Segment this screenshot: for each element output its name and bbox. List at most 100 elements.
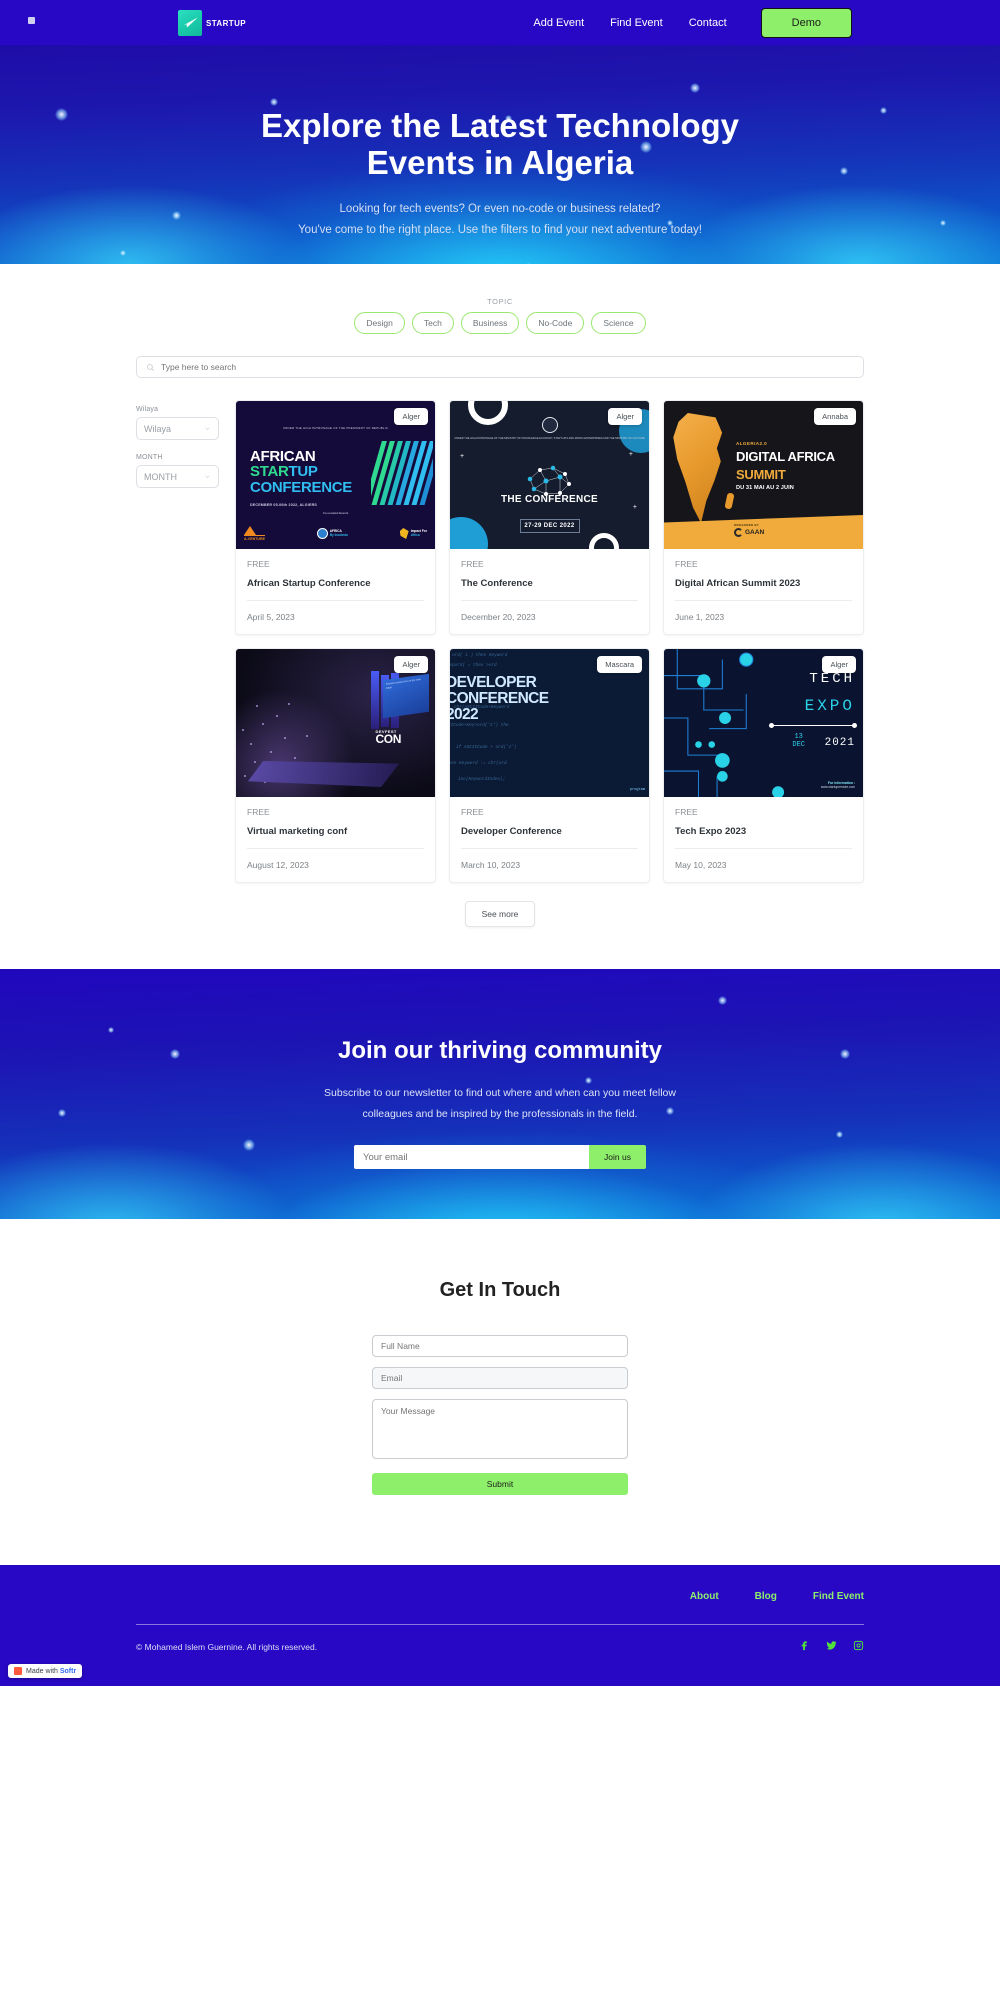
event-date: May 10, 2023 (675, 860, 727, 870)
decorative-dot (836, 1131, 843, 1138)
footer-nav: About Blog Find Event (136, 1591, 864, 1602)
event-poster: Keynote session live on the main stage D… (236, 649, 435, 797)
decorative-dot (58, 1109, 66, 1117)
sponsor-name-line2: Africa (410, 532, 420, 537)
event-price: FREE (461, 807, 484, 817)
chip-science[interactable]: Science (591, 312, 646, 334)
event-card-body: FREE Digital African Summit 2023 June 1,… (664, 549, 863, 634)
event-poster: ord( i ) then Keyword inspord( = thex >o… (450, 649, 649, 797)
poster-title-line2: CONFERENCE (450, 689, 549, 707)
poster-month: DEC (792, 741, 805, 749)
event-card[interactable]: TECH EXPO 13 DEC 2021 For information : … (663, 648, 864, 883)
event-card-body: FREE Virtual marketing conf August 12, 2… (236, 797, 435, 882)
chip-design[interactable]: Design (354, 312, 405, 334)
email-field[interactable] (372, 1367, 628, 1389)
decorative-dot (108, 1027, 114, 1033)
month-select[interactable]: MONTH (136, 465, 219, 488)
seal-icon (541, 417, 558, 433)
facebook-icon[interactable] (799, 1638, 810, 1656)
badge-brand: Softr (59, 1667, 77, 1675)
nav-item-contact[interactable]: Contact (689, 17, 727, 29)
event-card[interactable]: UNDER THE HIGH PATRONAGE OF THE MINISTRY… (449, 400, 650, 635)
sponsor-a-venture: A-VENTURE (244, 526, 265, 541)
decorative-circle (589, 533, 619, 549)
event-card[interactable]: Keynote session live on the main stage D… (235, 648, 436, 883)
full-name-field[interactable] (372, 1335, 628, 1357)
search-box[interactable] (136, 356, 864, 378)
poster-title: AFRICAN STARTUP CONFERENCE (250, 449, 352, 495)
footer-link-about[interactable]: About (690, 1591, 719, 1602)
chip-business[interactable]: Business (460, 312, 520, 334)
nav-item-add-event[interactable]: Add Event (533, 17, 584, 29)
poster-patronage: UNDER THE HIGH PATRONAGE OF THE PRESIDEN… (282, 426, 389, 430)
made-with-softr-badge[interactable]: Made with Softr (8, 1664, 83, 1678)
join-us-button[interactable]: Join us (589, 1145, 646, 1169)
event-card[interactable]: ord( i ) then Keyword inspord( = thex >o… (449, 648, 650, 883)
logo-text: STARTUP (206, 18, 246, 28)
poster-date: 13 DEC (792, 733, 805, 749)
city-badge: Alger (822, 656, 856, 673)
submit-button[interactable]: Submit (372, 1473, 628, 1495)
search-icon (147, 363, 155, 371)
twitter-icon[interactable] (826, 1638, 837, 1656)
chip-no-code[interactable]: No-Code (526, 312, 585, 334)
poster-year: 2021 (824, 737, 855, 749)
event-date: December 20, 2023 (461, 612, 536, 622)
event-title: The Conference (461, 578, 533, 589)
message-field[interactable] (372, 1399, 628, 1459)
event-title: Developer Conference (461, 826, 562, 837)
community-subtitle-line1: Subscribe to our newsletter to find out … (324, 1087, 676, 1099)
event-title: African Startup Conference (247, 578, 371, 589)
newsletter-email-input[interactable] (354, 1145, 589, 1169)
softr-badge-text: Made with Softr (26, 1668, 76, 1675)
see-more-row: See more (136, 901, 864, 927)
event-card[interactable]: ALGERIA2.0 DIGITAL AFRICA SUMMIT DU 31 M… (663, 400, 864, 635)
chip-tech[interactable]: Tech (411, 312, 454, 334)
poster-title-line2: EXPO (804, 697, 855, 715)
sponsor-name-line2: By Incubsto (329, 532, 348, 537)
event-poster: ALGERIA2.0 DIGITAL AFRICA SUMMIT DU 31 M… (664, 401, 863, 549)
event-card-body: FREE Developer Conference March 10, 2023 (450, 797, 649, 882)
wilaya-select[interactable]: Wilaya (136, 417, 219, 440)
event-poster: UNDER THE HIGH PATRONAGE OF THE PRESIDEN… (236, 401, 435, 549)
hero-title-line2: Events in Algeria (366, 143, 634, 181)
divider (461, 600, 638, 601)
badge-prefix: Made with (26, 1667, 60, 1675)
event-poster: UNDER THE HIGH PATRONAGE OF THE MINISTRY… (450, 401, 649, 549)
nav-item-find-event[interactable]: Find Event (610, 17, 663, 29)
instagram-icon[interactable] (853, 1638, 864, 1656)
decorative-dot (690, 83, 700, 93)
logo[interactable]: STARTUP (28, 9, 246, 36)
city-badge: Alger (394, 656, 428, 673)
poster-title-line2: STARTUP (250, 464, 352, 479)
community-subtitle-line2: colleagues and be inspired by the profes… (362, 1108, 638, 1120)
community-title: Join our thriving community (337, 1037, 662, 1064)
topic-chips: Design Tech Business No-Code Science (0, 312, 1000, 334)
plus-icon: + (628, 451, 633, 458)
sponsor-africa: AFRICA By Incubsto (316, 528, 348, 539)
softr-logo-icon (14, 1667, 22, 1675)
c-mark-icon (734, 528, 743, 537)
event-card-body: FREE The Conference December 20, 2023 (450, 549, 649, 634)
event-card[interactable]: UNDER THE HIGH PATRONAGE OF THE PRESIDEN… (235, 400, 436, 635)
newsletter-form: Join us (354, 1145, 646, 1169)
event-date: August 12, 2023 (247, 860, 309, 870)
community-subtitle: Subscribe to our newsletter to find out … (290, 1083, 710, 1125)
event-title: Digital African Summit 2023 (675, 578, 801, 589)
footer-link-blog[interactable]: Blog (755, 1591, 777, 1602)
see-more-button[interactable]: See more (464, 901, 536, 927)
poster-title-line3: CONFERENCE (250, 478, 353, 496)
event-date: April 5, 2023 (247, 612, 295, 622)
community-section: Join our thriving community Subscribe to… (0, 969, 1000, 1219)
network-graphic (527, 465, 571, 496)
poster-info-url: www.startupremote.com (820, 785, 855, 789)
divider (675, 848, 852, 849)
sponsor-name: A-VENTURE (244, 535, 265, 541)
hero-title: Explore the Latest Technology Events in … (220, 107, 780, 182)
contact-title: Get In Touch (439, 1279, 561, 1301)
demo-button[interactable]: Demo (760, 7, 852, 38)
event-title: Tech Expo 2023 (675, 826, 747, 837)
decorative-dot (55, 108, 68, 121)
footer-link-find-event[interactable]: Find Event (813, 1591, 864, 1602)
search-input[interactable] (161, 362, 854, 372)
